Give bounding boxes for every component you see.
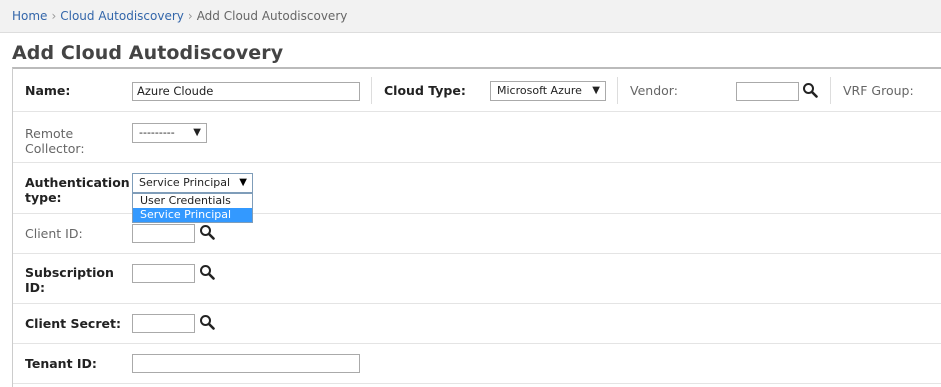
- client-id-input[interactable]: [132, 224, 195, 243]
- auth-type-label-line2: type:: [25, 190, 62, 205]
- auth-type-option-user-credentials[interactable]: User Credentials: [133, 194, 252, 208]
- form-row-name: Name: Azure Cloude Cloud Type: Microsoft…: [13, 69, 941, 112]
- auth-type-option-service-principal[interactable]: Service Principal: [133, 208, 252, 222]
- name-label: Name:: [25, 83, 71, 98]
- chevron-down-icon: ▼: [239, 177, 247, 188]
- remote-collector-value: ---------: [139, 126, 175, 139]
- remote-collector-label-line1: Remote: [25, 126, 74, 141]
- breadcrumb-separator: ›: [187, 9, 193, 23]
- client-secret-label: Client Secret:: [25, 316, 121, 331]
- search-icon[interactable]: [199, 314, 215, 330]
- cloud-type-select[interactable]: Microsoft Azure ▼: [490, 81, 606, 101]
- vrf-group-label: VRF Group:: [843, 83, 914, 98]
- breadcrumb-current: Add Cloud Autodiscovery: [196, 9, 348, 23]
- name-input[interactable]: Azure Cloude: [132, 82, 360, 101]
- cloud-type-label: Cloud Type:: [384, 83, 466, 98]
- vendor-label: Vendor:: [630, 83, 678, 98]
- form-panel: Name: Azure Cloude Cloud Type: Microsoft…: [12, 67, 941, 387]
- form-row-remote-collector: Remote Collector: --------- ▼: [13, 112, 941, 163]
- chevron-down-icon: ▼: [193, 127, 201, 138]
- chevron-down-icon: ▼: [592, 85, 600, 96]
- breadcrumb-cloud-autodiscovery-link[interactable]: Cloud Autodiscovery: [60, 9, 184, 23]
- auth-type-value: Service Principal: [139, 176, 231, 189]
- divider: [371, 77, 372, 104]
- search-icon[interactable]: [199, 224, 215, 240]
- divider: [617, 77, 618, 104]
- page-title: Add Cloud Autodiscovery: [12, 42, 284, 64]
- auth-type-dropdown-list: User Credentials Service Principal: [132, 193, 253, 223]
- remote-collector-select[interactable]: --------- ▼: [132, 123, 207, 143]
- tenant-id-label: Tenant ID:: [25, 356, 97, 371]
- remote-collector-label-line2: Collector:: [25, 141, 85, 156]
- form-row-client-secret: Client Secret:: [13, 304, 941, 344]
- breadcrumb-separator: ›: [51, 9, 57, 23]
- auth-type-label-line1: Authentication: [25, 175, 130, 190]
- subscription-id-label-line2: ID:: [25, 280, 46, 295]
- client-secret-input[interactable]: [132, 314, 195, 333]
- breadcrumb: Home › Cloud Autodiscovery › Add Cloud Autod…: [0, 0, 941, 33]
- search-icon[interactable]: [802, 82, 818, 98]
- divider: [830, 77, 831, 104]
- auth-type-label: Authentication type:: [25, 175, 130, 205]
- search-icon[interactable]: [199, 264, 215, 280]
- remote-collector-label: Remote Collector:: [25, 126, 85, 156]
- auth-type-select[interactable]: Service Principal ▼: [132, 173, 253, 193]
- breadcrumb-home-link[interactable]: Home: [12, 9, 47, 23]
- tenant-id-input[interactable]: [132, 354, 360, 373]
- vendor-input[interactable]: [736, 82, 799, 101]
- subscription-id-input[interactable]: [132, 264, 195, 283]
- cloud-type-value: Microsoft Azure: [497, 84, 582, 97]
- subscription-id-label: Subscription ID:: [25, 265, 114, 295]
- form-row-tenant-id: Tenant ID:: [13, 344, 941, 384]
- client-id-label: Client ID:: [25, 226, 83, 241]
- form-row-subscription-id: Subscription ID:: [13, 254, 941, 304]
- subscription-id-label-line1: Subscription: [25, 265, 114, 280]
